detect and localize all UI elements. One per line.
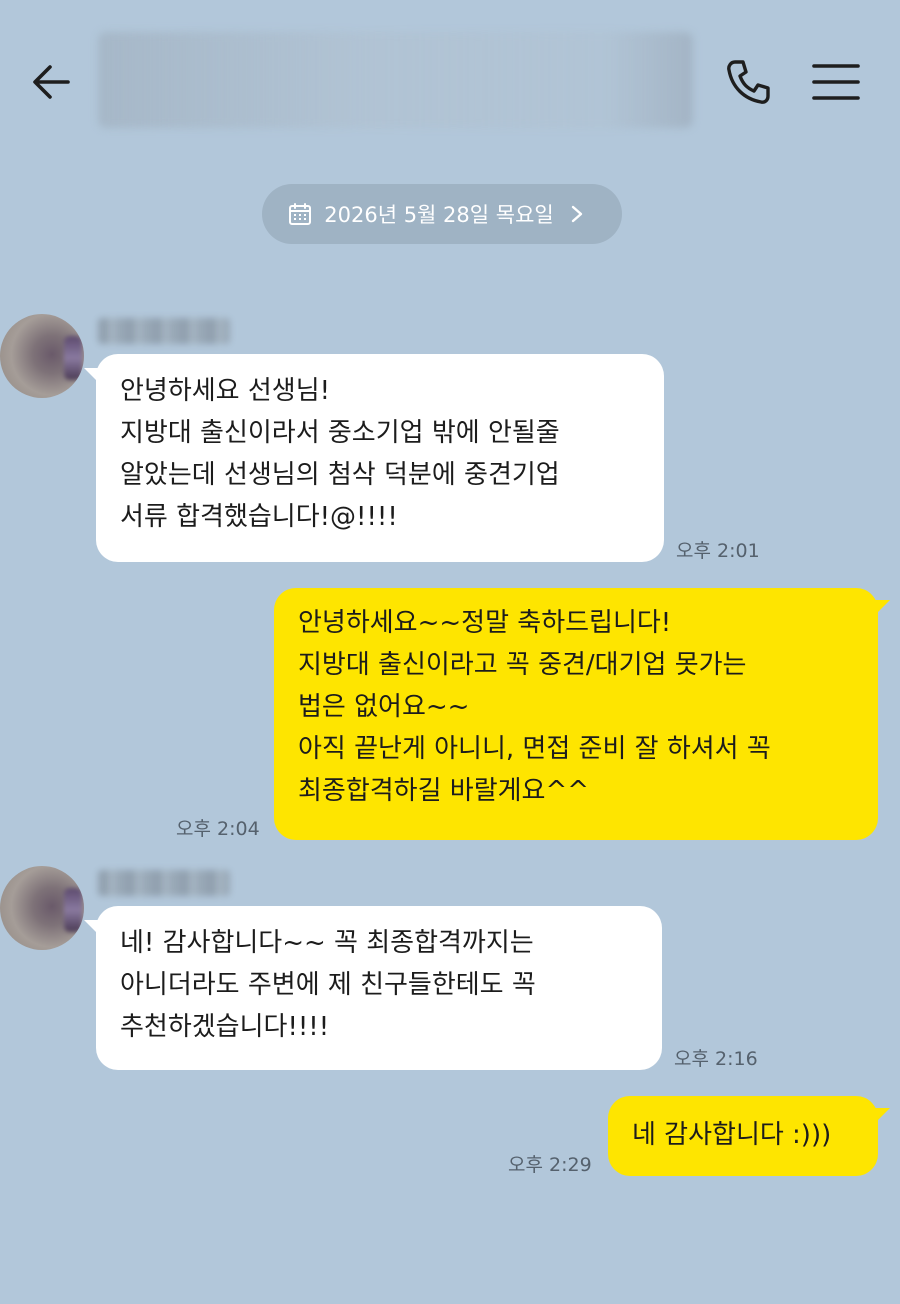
message-bubble-incoming[interactable]: 네! 감사합니다~~ 꼭 최종합격까지는 아니더라도 주변에 제 친구들한테도 … — [96, 906, 662, 1070]
message-time: 오후 2:16 — [674, 1048, 758, 1070]
message-time: 오후 2:01 — [676, 540, 760, 562]
arrow-left-icon — [33, 65, 70, 99]
date-divider[interactable]: 2026년 5월 28일 목요일 — [262, 184, 622, 244]
menu-button[interactable] — [810, 58, 862, 106]
calendar-icon — [289, 203, 312, 225]
chevron-right-icon — [571, 205, 582, 223]
call-button[interactable] — [722, 56, 774, 108]
sender-name-redacted — [98, 318, 230, 344]
chat-header — [0, 0, 900, 160]
chat-title-redacted — [98, 32, 693, 128]
message-bubble-outgoing[interactable]: 안녕하세요~~정말 축하드립니다! 지방대 출신이라고 꼭 중견/대기업 못가는… — [274, 588, 878, 840]
message-bubble-outgoing[interactable]: 네 감사합니다 :))) — [608, 1096, 878, 1176]
bubble-tail — [872, 600, 890, 618]
date-label: 2026년 5월 28일 목요일 — [324, 203, 554, 227]
message-bubble-incoming[interactable]: 안녕하세요 선생님! 지방대 출신이라서 중소기업 밖에 안될줄 알았는데 선생… — [96, 354, 664, 562]
hamburger-menu-icon — [812, 64, 860, 100]
avatar[interactable] — [0, 866, 84, 950]
sender-name-redacted — [98, 870, 230, 896]
back-button[interactable] — [28, 58, 76, 106]
message-time: 오후 2:29 — [508, 1154, 592, 1176]
avatar[interactable] — [0, 314, 84, 398]
phone-icon — [727, 60, 770, 104]
message-time: 오후 2:04 — [176, 818, 260, 840]
bubble-tail — [872, 1108, 890, 1126]
